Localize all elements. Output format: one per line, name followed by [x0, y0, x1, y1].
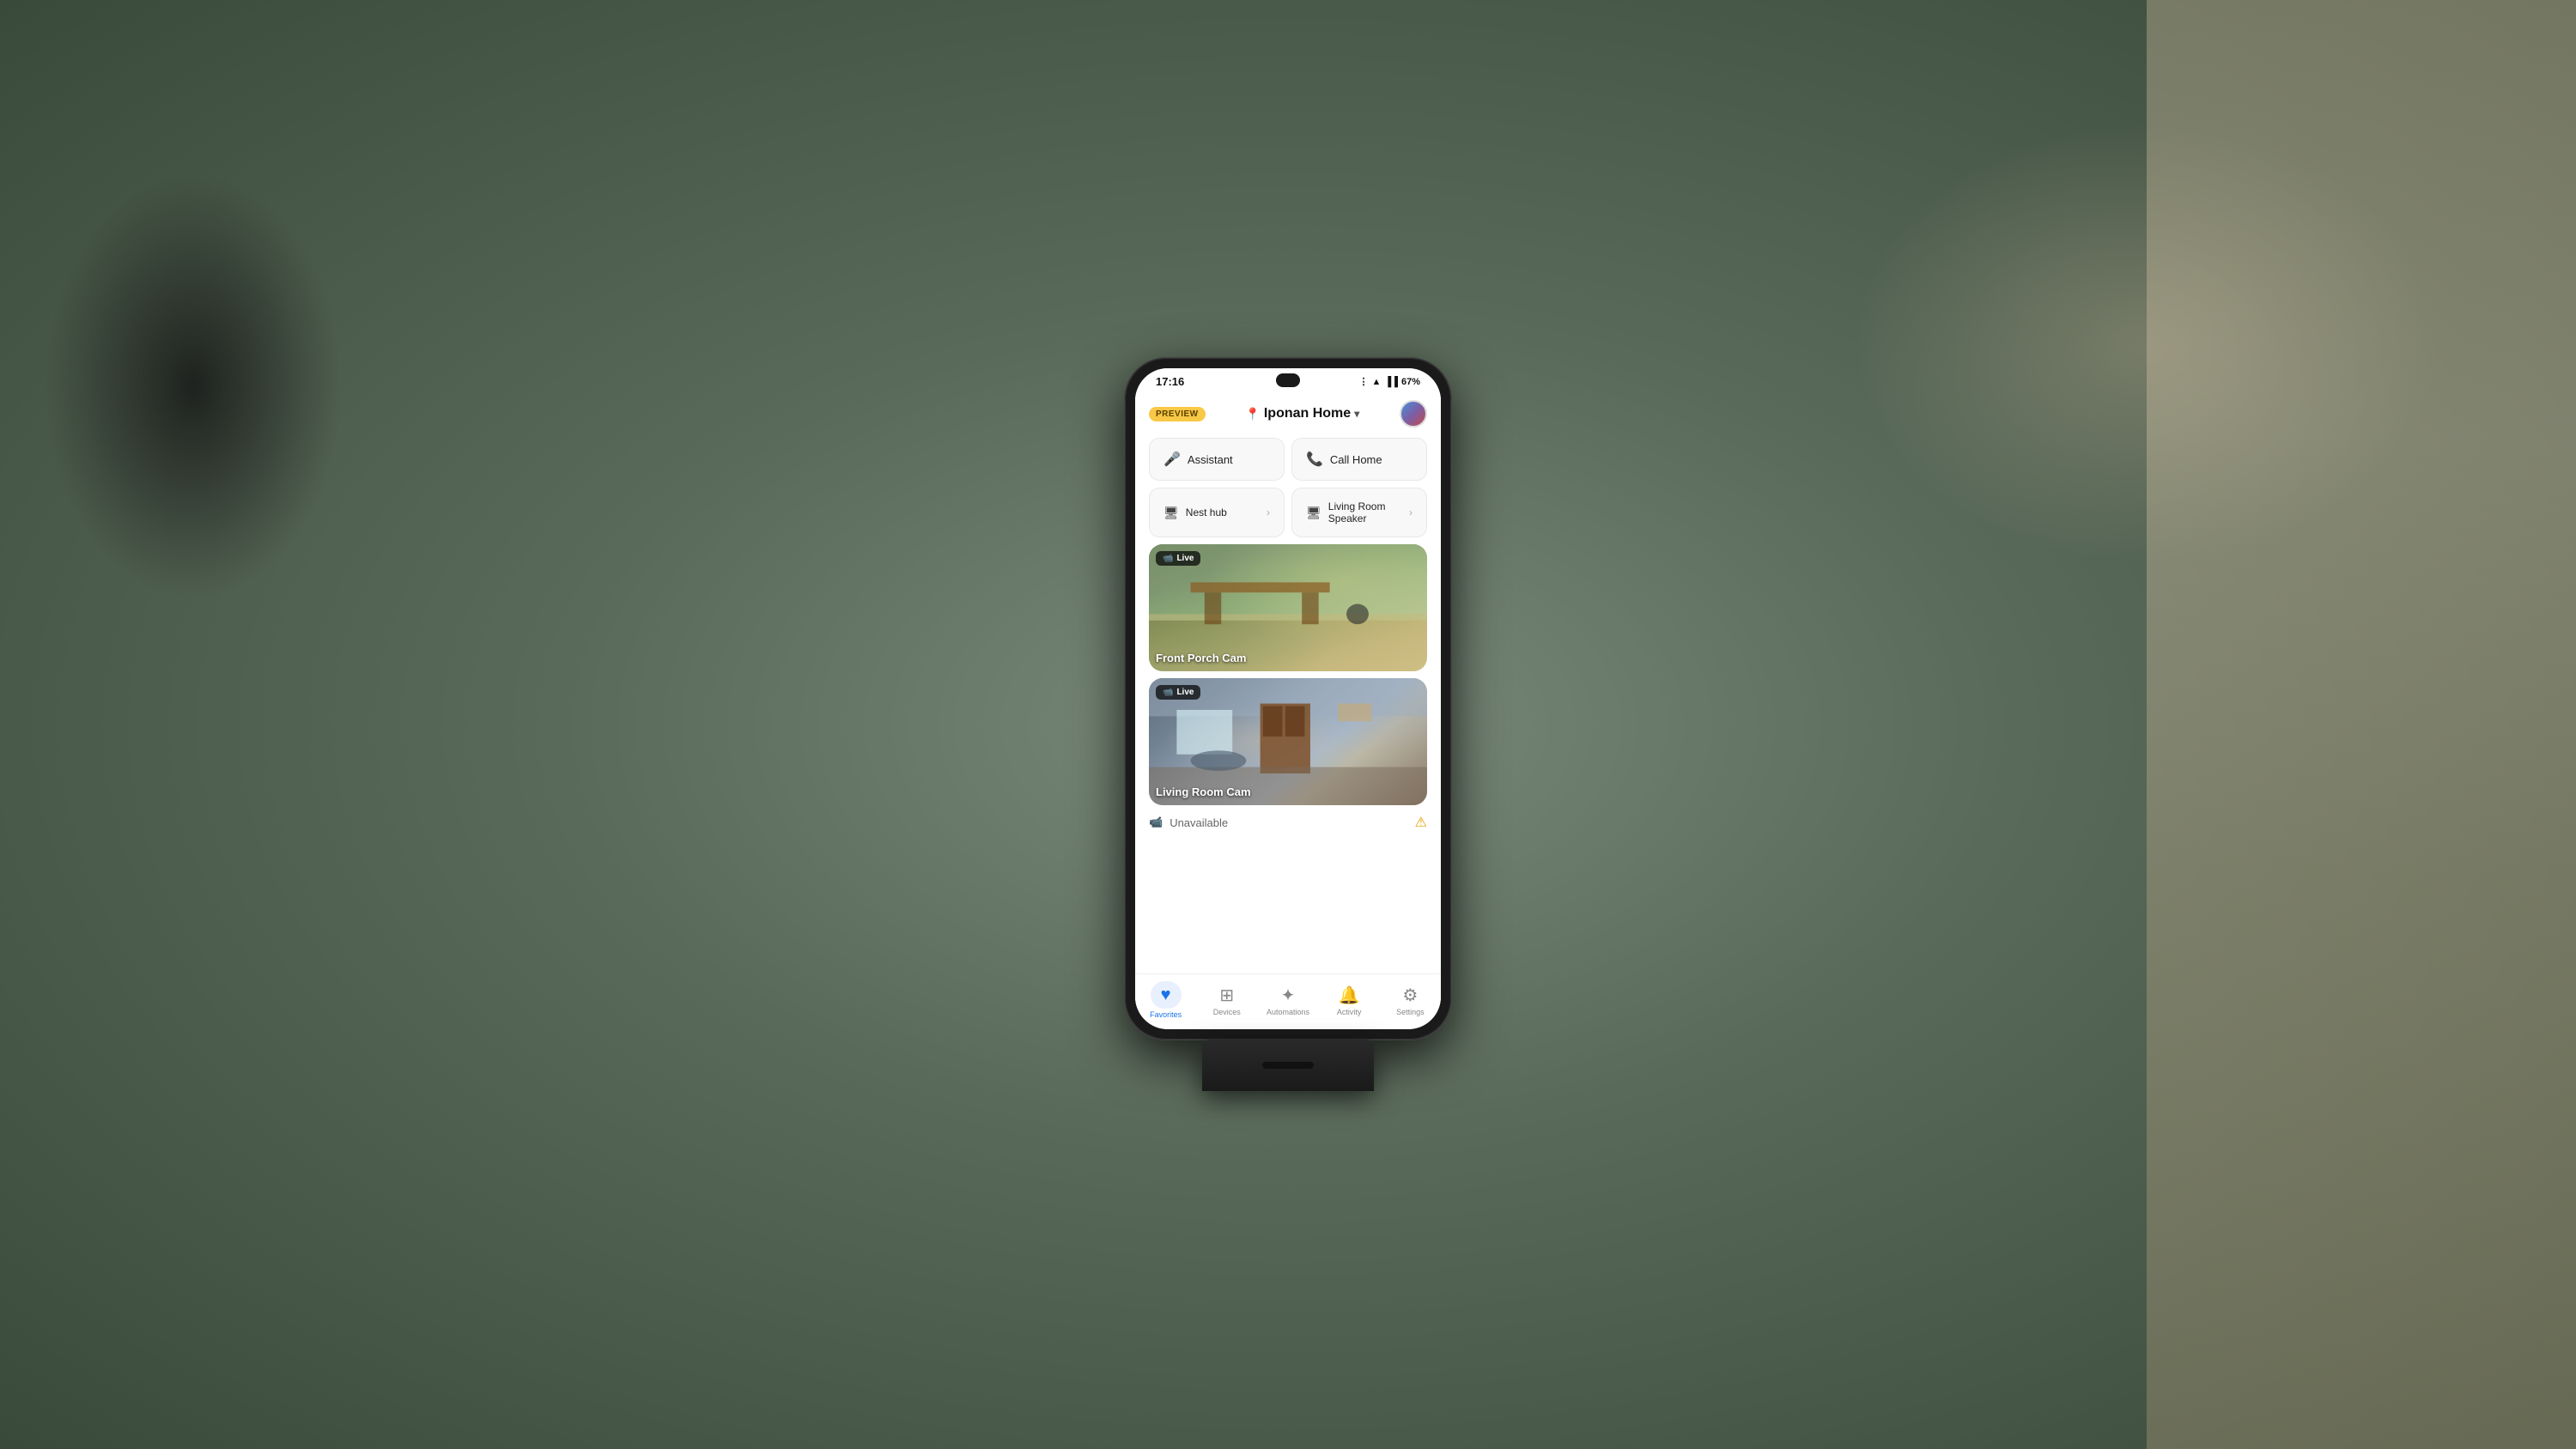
camera-section: 📹 Live Front Porch Cam	[1135, 544, 1441, 805]
bottom-nav: ♥ Favorites ⊞ Devices ✦ Automations 🔔	[1135, 973, 1441, 1022]
chevron-right-icon-2: ›	[1409, 506, 1413, 518]
unavail-info: 📹 Unavailable	[1149, 815, 1228, 829]
phone-frame: 17:16 ⋮ ▲ ▐▐ 67% PREVIEW 📍 Iponan Home	[1125, 358, 1451, 1040]
speaker-info: 🖥 Living Room Speaker	[1306, 500, 1409, 524]
unavailable-camera-row[interactable]: 📹 Unavailable ⚠	[1135, 805, 1441, 840]
microphone-icon: 🎤	[1163, 451, 1181, 468]
phone-dock: 17:16 ⋮ ▲ ▐▐ 67% PREVIEW 📍 Iponan Home	[1125, 358, 1451, 1091]
favorites-active-bg: ♥	[1151, 981, 1182, 1009]
living-room-live-badge: 📹 Live	[1156, 685, 1200, 700]
user-avatar[interactable]	[1400, 400, 1427, 427]
status-bar: 17:16 ⋮ ▲ ▐▐ 67%	[1135, 368, 1441, 391]
assistant-button[interactable]: 🎤 Assistant	[1149, 438, 1285, 481]
app-header: PREVIEW 📍 Iponan Home ▾	[1135, 391, 1441, 434]
device-list: 🖥 Nest hub › 🖥 Living Room Speaker ›	[1135, 488, 1441, 544]
location-icon: 📍	[1245, 407, 1260, 421]
nav-activity[interactable]: 🔔 Activity	[1327, 985, 1370, 1016]
devices-label: Devices	[1213, 1008, 1241, 1016]
living-room-speaker-button[interactable]: 🖥 Living Room Speaker ›	[1291, 488, 1427, 537]
living-room-cam-label: Living Room Cam	[1156, 785, 1251, 798]
phone-icon: 📞	[1306, 451, 1323, 468]
battery-level: 67%	[1401, 377, 1420, 387]
living-room-camera-card[interactable]: 📹 Live Living Room Cam	[1149, 678, 1427, 805]
front-porch-cam-label: Front Porch Cam	[1156, 652, 1246, 664]
favorites-label: Favorites	[1150, 1010, 1182, 1019]
front-porch-camera-card[interactable]: 📹 Live Front Porch Cam	[1149, 544, 1427, 671]
preview-badge: PREVIEW	[1149, 407, 1206, 421]
automations-label: Automations	[1267, 1008, 1309, 1016]
bluetooth-icon: ⋮	[1358, 376, 1368, 387]
speaker-label: Living Room Speaker	[1328, 500, 1409, 524]
activity-label: Activity	[1337, 1008, 1362, 1016]
settings-icon: ⚙	[1402, 985, 1418, 1006]
nest-hub-label: Nest hub	[1186, 506, 1227, 518]
front-porch-live-text: Live	[1176, 554, 1194, 563]
camera-notch	[1276, 373, 1300, 387]
front-porch-live-badge: 📹 Live	[1156, 551, 1200, 566]
activity-icon: 🔔	[1339, 985, 1360, 1006]
chevron-right-icon: ›	[1267, 506, 1270, 518]
video-camera-icon-2: 📹	[1163, 688, 1173, 697]
favorites-icon: ♥	[1161, 985, 1171, 1005]
assistant-label: Assistant	[1188, 453, 1233, 466]
nav-devices[interactable]: ⊞ Devices	[1206, 985, 1249, 1016]
automations-icon: ✦	[1281, 985, 1296, 1006]
bg-dark-shadow	[43, 172, 343, 601]
unavail-camera-icon: 📹	[1149, 815, 1163, 829]
nest-hub-info: 🖥 Nest hub	[1163, 506, 1227, 520]
home-selector[interactable]: 📍 Iponan Home ▾	[1245, 406, 1359, 421]
app-content: PREVIEW 📍 Iponan Home ▾ 🎤 Assistant	[1135, 391, 1441, 1022]
phone-stand	[1202, 1040, 1374, 1091]
nest-hub-button[interactable]: 🖥 Nest hub ›	[1149, 488, 1285, 537]
call-home-button[interactable]: 📞 Call Home	[1291, 438, 1427, 481]
nav-settings[interactable]: ⚙ Settings	[1388, 985, 1431, 1016]
home-name: Iponan Home	[1264, 406, 1351, 421]
nest-hub-icon: 🖥	[1163, 506, 1179, 520]
warning-icon: ⚠	[1415, 814, 1427, 831]
phone-screen: 17:16 ⋮ ▲ ▐▐ 67% PREVIEW 📍 Iponan Home	[1135, 368, 1441, 1029]
video-camera-icon: 📹	[1163, 554, 1173, 563]
chevron-down-icon: ▾	[1354, 408, 1359, 420]
nav-automations[interactable]: ✦ Automations	[1267, 985, 1309, 1016]
quick-actions: 🎤 Assistant 📞 Call Home	[1135, 434, 1441, 488]
bg-shelf	[2147, 0, 2576, 1449]
nav-favorites[interactable]: ♥ Favorites	[1145, 981, 1188, 1019]
devices-icon: ⊞	[1219, 985, 1234, 1006]
status-time: 17:16	[1156, 375, 1184, 388]
signal-icon: ▐▐	[1384, 377, 1398, 387]
living-room-live-text: Live	[1176, 688, 1194, 697]
settings-label: Settings	[1396, 1008, 1425, 1016]
call-home-label: Call Home	[1330, 453, 1382, 466]
wifi-icon: ▲	[1371, 377, 1381, 387]
speaker-icon: 🖥	[1306, 506, 1321, 520]
unavail-label: Unavailable	[1170, 816, 1228, 829]
status-icons: ⋮ ▲ ▐▐ 67%	[1358, 376, 1420, 387]
